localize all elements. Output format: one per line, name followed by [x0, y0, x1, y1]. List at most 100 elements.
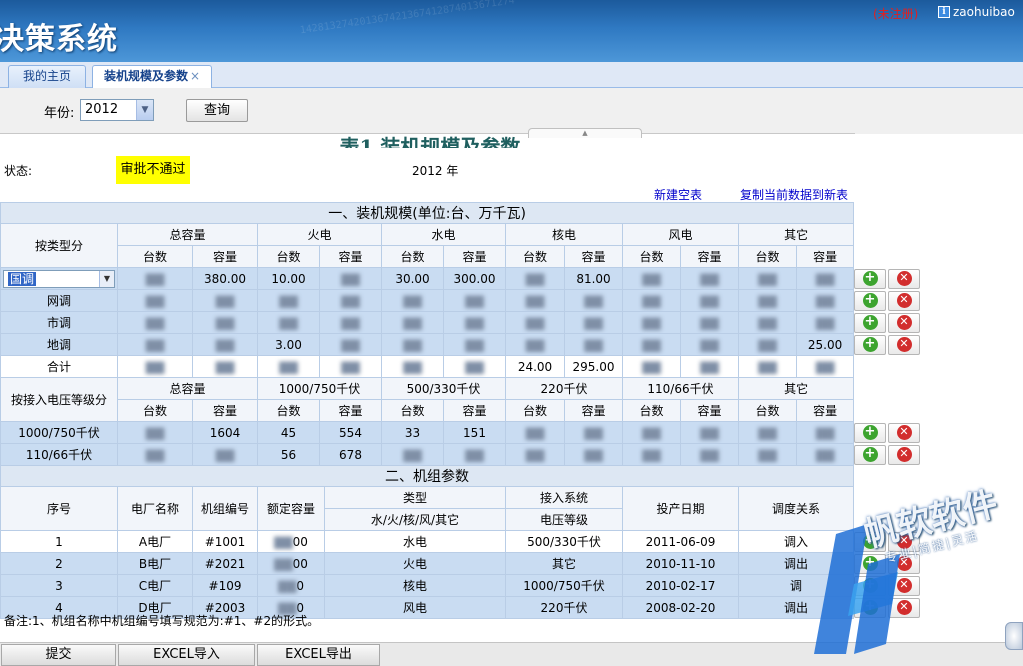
table-cell[interactable]: ▇▇	[564, 443, 623, 466]
table-cell[interactable]: ▇▇	[443, 443, 506, 466]
voltage-cell[interactable]: 500/330千伏	[505, 530, 623, 553]
table-cell[interactable]: ▇▇	[257, 311, 320, 334]
type-cell[interactable]: 火电	[324, 552, 506, 575]
capacity-cell[interactable]: ▇▇00	[257, 530, 325, 553]
table-cell[interactable]: 300.00	[443, 267, 506, 290]
plant-cell[interactable]: C电厂	[117, 574, 193, 597]
copy-data-link[interactable]: 复制当前数据到新表	[740, 186, 848, 203]
delete-row-button[interactable]: ✕	[888, 268, 920, 289]
table-cell[interactable]: ▇▇	[622, 311, 681, 334]
table-cell[interactable]: ▇▇	[680, 443, 739, 466]
chevron-down-icon[interactable]: ▼	[99, 270, 114, 287]
table-cell[interactable]: 33	[381, 421, 444, 444]
table-cell[interactable]: ▇▇	[622, 355, 681, 378]
table-cell[interactable]: ▇▇	[680, 289, 739, 312]
table-cell[interactable]: 295.00	[564, 355, 623, 378]
table-cell[interactable]: ▇▇	[680, 267, 739, 290]
add-row-button[interactable]: +	[854, 444, 886, 465]
table-cell[interactable]: ▇▇	[795, 289, 855, 312]
add-row-button[interactable]: +	[854, 312, 886, 333]
table-cell[interactable]: 56	[257, 443, 320, 466]
table-cell[interactable]: ▇▇	[622, 267, 681, 290]
tab-install-scale[interactable]: 装机规模及参数 ×	[92, 65, 212, 89]
unit-no-cell[interactable]: #109	[192, 574, 258, 597]
excel-export-button[interactable]: EXCEL导出	[257, 644, 380, 666]
table-cell[interactable]: ▇▇	[505, 443, 565, 466]
delete-row-button[interactable]: ✕	[888, 290, 920, 311]
table-cell[interactable]: ▇▇	[117, 289, 193, 312]
unit-no-cell[interactable]: #2021	[192, 552, 258, 575]
table-cell[interactable]: ▇▇	[117, 421, 193, 444]
table-cell[interactable]: ▇▇	[319, 267, 382, 290]
table-cell[interactable]: ▇▇	[319, 289, 382, 312]
table-cell[interactable]: 81.00	[564, 267, 623, 290]
date-cell[interactable]: 2008-02-20	[622, 596, 739, 619]
table-cell[interactable]: ▇▇	[192, 355, 258, 378]
table-cell[interactable]: ▇▇	[192, 311, 258, 334]
table-cell[interactable]: ▇▇	[738, 311, 797, 334]
table-cell[interactable]: ▇▇	[117, 311, 193, 334]
table-cell[interactable]: 30.00	[381, 267, 444, 290]
add-row-button[interactable]: +	[854, 334, 886, 355]
table-cell[interactable]: ▇▇	[680, 333, 739, 356]
voltage-cell[interactable]: 其它	[505, 552, 623, 575]
table-cell[interactable]: ▇▇	[680, 421, 739, 444]
table-cell[interactable]: ▇▇	[192, 289, 258, 312]
table-cell[interactable]: ▇▇	[622, 443, 681, 466]
table-cell[interactable]: ▇▇	[564, 333, 623, 356]
table-cell[interactable]: 151	[443, 421, 506, 444]
table-cell[interactable]: 3.00	[257, 333, 320, 356]
table-cell[interactable]: ▇▇	[319, 333, 382, 356]
table-cell[interactable]: 45	[257, 421, 320, 444]
table-cell[interactable]: ▇▇	[505, 421, 565, 444]
capacity-cell[interactable]: ▇▇00	[257, 552, 325, 575]
table-cell[interactable]: ▇▇	[738, 421, 797, 444]
unit-no-cell[interactable]: #1001	[192, 530, 258, 553]
table-cell[interactable]: ▇▇	[443, 311, 506, 334]
type-cell[interactable]: 核电	[324, 574, 506, 597]
table-cell[interactable]: 10.00	[257, 267, 320, 290]
add-row-button[interactable]: +	[854, 268, 886, 289]
table-cell[interactable]: ▇▇	[381, 355, 444, 378]
table-cell[interactable]: ▇▇	[505, 267, 565, 290]
table-cell[interactable]: ▇▇	[738, 267, 797, 290]
table-cell[interactable]: ▇▇	[795, 355, 855, 378]
table-cell[interactable]: ▇▇	[795, 443, 855, 466]
table-cell[interactable]: ▇▇	[505, 333, 565, 356]
year-select[interactable]: 2012 ▼	[80, 99, 154, 121]
query-button[interactable]: 查询	[186, 99, 248, 122]
table-cell[interactable]: ▇▇	[381, 333, 444, 356]
voltage-cell[interactable]: 1000/750千伏	[505, 574, 623, 597]
collapse-toolbar-toggle[interactable]: ▲	[528, 128, 642, 138]
table-cell[interactable]: ▇▇	[505, 311, 565, 334]
delete-row-button[interactable]: ✕	[888, 334, 920, 355]
plant-cell[interactable]: A电厂	[117, 530, 193, 553]
date-cell[interactable]: 2010-11-10	[622, 552, 739, 575]
capacity-cell[interactable]: ▇▇0	[257, 574, 325, 597]
table-cell[interactable]: ▇▇	[564, 289, 623, 312]
table-cell[interactable]: ▇▇	[564, 311, 623, 334]
type-cell[interactable]: 风电	[324, 596, 506, 619]
table-cell[interactable]: 678	[319, 443, 382, 466]
table-cell[interactable]: ▇▇	[622, 289, 681, 312]
add-row-button[interactable]: +	[854, 290, 886, 311]
table-cell[interactable]: ▇▇	[381, 289, 444, 312]
table-cell[interactable]: 380.00	[192, 267, 258, 290]
table-cell[interactable]: ▇▇	[192, 443, 258, 466]
delete-row-button[interactable]: ✕	[888, 444, 920, 465]
scroll-helper-icon[interactable]	[1005, 622, 1023, 650]
delete-row-button[interactable]: ✕	[888, 312, 920, 333]
add-row-button[interactable]: +	[854, 422, 886, 443]
table-cell[interactable]: ▇▇	[381, 311, 444, 334]
close-icon[interactable]: ×	[190, 69, 200, 83]
table-cell[interactable]: ▇▇	[192, 333, 258, 356]
table-cell[interactable]: ▇▇	[680, 311, 739, 334]
table-cell[interactable]: ▇▇	[117, 267, 193, 290]
table-cell[interactable]: ▇▇	[564, 421, 623, 444]
new-table-link[interactable]: 新建空表	[654, 186, 702, 203]
table-cell[interactable]: ▇▇	[680, 355, 739, 378]
table-cell[interactable]: ▇▇	[117, 443, 193, 466]
table-cell[interactable]: ▇▇	[443, 289, 506, 312]
chevron-down-icon[interactable]: ▼	[136, 100, 153, 120]
table-cell[interactable]: ▇▇	[117, 333, 193, 356]
